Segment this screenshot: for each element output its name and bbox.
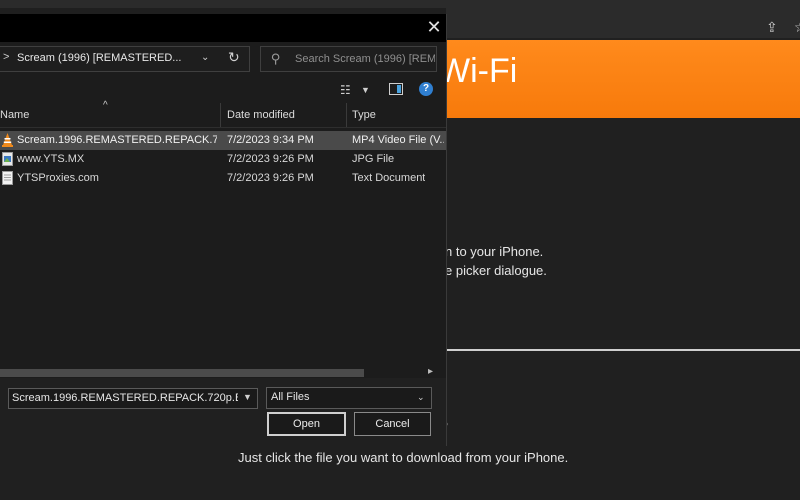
scroll-right-arrow-icon[interactable]: ▸ <box>428 366 433 377</box>
page-banner: Wi-Fi <box>446 40 800 118</box>
address-bar[interactable]: > Scream (1996) [REMASTERED... ⌄ ↻ <box>0 46 250 72</box>
share-icon[interactable]: ⇪ <box>766 20 778 34</box>
file-open-dialog: ✕ > Scream (1996) [REMASTERED... ⌄ ↻ ⚲ ☷… <box>0 14 447 446</box>
file-name: www.YTS.MX <box>17 153 85 165</box>
filetype-select[interactable]: All Files ⌄ <box>266 387 432 409</box>
dialog-toolbar <box>0 76 446 106</box>
filename-combobox[interactable]: ▼ <box>8 388 258 409</box>
file-date: 7/2/2023 9:34 PM <box>227 134 314 146</box>
file-type: Text Document <box>352 172 426 184</box>
column-separator[interactable] <box>220 103 221 127</box>
chevron-down-icon: ⌄ <box>417 392 425 402</box>
search-box[interactable]: ⚲ <box>260 46 437 72</box>
vlc-icon <box>2 133 13 147</box>
address-path[interactable]: Scream (1996) [REMASTERED... <box>17 52 181 64</box>
section-text-line-2: e picker dialogue. <box>445 263 547 278</box>
section-text-line-1: n to your iPhone. <box>445 244 544 259</box>
chevron-down-icon[interactable]: ⌄ <box>201 52 209 63</box>
breadcrumb-chevron-icon: > <box>3 51 10 63</box>
section-text-download: Just click the file you want to download… <box>238 450 569 465</box>
text-file-icon <box>2 171 13 185</box>
browser-toolbar: ⇪ ☆ <box>446 8 800 38</box>
file-row[interactable]: Scream.1996.REMASTERED.REPACK.720p.... 7… <box>0 131 446 150</box>
search-input[interactable] <box>293 49 437 69</box>
view-options-icon[interactable]: ☷ <box>340 83 351 97</box>
column-header-type[interactable]: Type <box>352 109 376 121</box>
column-header-row: ^ Name Date modified Type <box>0 100 446 128</box>
view-dropdown-chevron-icon[interactable]: ▼ <box>361 85 370 95</box>
column-separator[interactable] <box>346 103 347 127</box>
file-row[interactable]: www.YTS.MX 7/2/2023 9:26 PM JPG File <box>0 150 446 169</box>
preview-pane-icon[interactable] <box>389 83 403 95</box>
file-name: Scream.1996.REMASTERED.REPACK.720p.... <box>17 134 217 146</box>
star-icon[interactable]: ☆ <box>794 20 800 34</box>
filetype-selected: All Files <box>271 391 310 403</box>
browser-top-strip <box>0 0 800 8</box>
chevron-down-icon[interactable]: ▼ <box>243 392 252 402</box>
search-icon: ⚲ <box>271 51 281 66</box>
column-header-date[interactable]: Date modified <box>227 109 295 121</box>
file-row[interactable]: YTSProxies.com 7/2/2023 9:26 PM Text Doc… <box>0 169 446 188</box>
open-button[interactable]: Open <box>267 412 346 436</box>
help-icon[interactable]: ? <box>419 82 433 96</box>
file-type: JPG File <box>352 153 395 165</box>
image-file-icon <box>2 152 13 166</box>
scrollbar-thumb[interactable] <box>0 369 364 377</box>
banner-title: Wi-Fi <box>446 52 518 90</box>
dialog-titlebar: ✕ <box>0 14 446 42</box>
file-date: 7/2/2023 9:26 PM <box>227 172 314 184</box>
column-header-name[interactable]: Name <box>0 109 29 121</box>
section-divider <box>446 349 800 351</box>
file-name: YTSProxies.com <box>17 172 99 184</box>
file-type: MP4 Video File (V... <box>352 134 444 146</box>
refresh-icon[interactable]: ↻ <box>228 49 240 66</box>
horizontal-scrollbar[interactable]: ▸ <box>0 366 446 378</box>
filename-input[interactable] <box>12 390 238 406</box>
close-icon[interactable]: ✕ <box>424 17 444 37</box>
cancel-button[interactable]: Cancel <box>354 412 431 436</box>
sort-arrow-icon: ^ <box>103 100 108 111</box>
file-date: 7/2/2023 9:26 PM <box>227 153 314 165</box>
